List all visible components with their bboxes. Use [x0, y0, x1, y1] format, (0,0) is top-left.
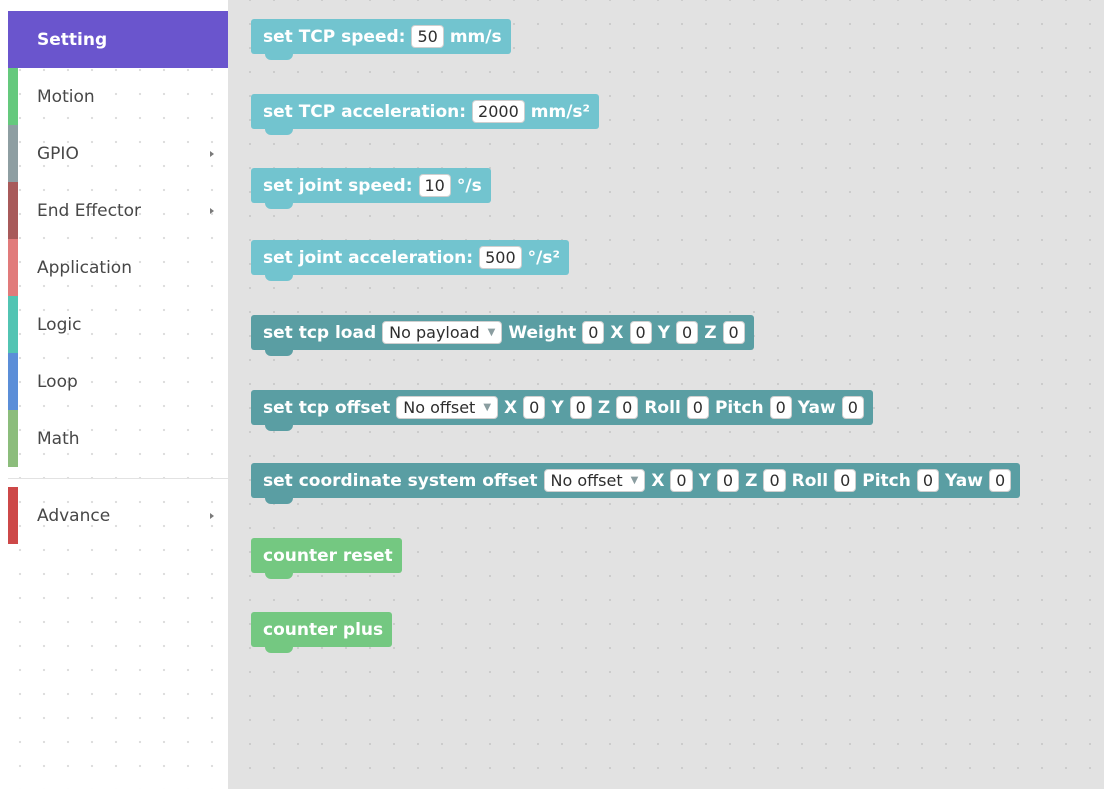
y-input[interactable]: 0 [569, 396, 592, 419]
block-unit: mm/s² [530, 101, 590, 122]
yaw-input[interactable]: 0 [841, 396, 864, 419]
pitch-input[interactable]: 0 [916, 469, 940, 492]
block-set-joint-speed[interactable]: set joint speed: 10 °/s [251, 168, 491, 209]
yaw-input[interactable]: 0 [988, 469, 1012, 492]
block-label: set TCP acceleration: [263, 101, 467, 122]
x-input[interactable]: 0 [629, 321, 652, 344]
block-set-tcp-offset[interactable]: set tcp offset No offset ▼ X 0 Y 0 Z 0 R… [251, 390, 873, 431]
category-gpio[interactable]: GPIO [8, 125, 228, 182]
block-label: set joint acceleration: [263, 247, 474, 268]
payload-dropdown[interactable]: No payload ▼ [382, 321, 503, 344]
field-label: Yaw [945, 470, 983, 491]
submenu-arrow-icon [210, 150, 214, 157]
submenu-arrow-icon [210, 207, 214, 214]
dropdown-caret-icon: ▼ [483, 402, 492, 413]
category-label: Advance [37, 505, 111, 526]
block-label: set coordinate system offset [263, 470, 538, 491]
field-label: Roll [644, 397, 681, 418]
category-setting[interactable]: Setting [8, 11, 228, 68]
category-label: Application [37, 257, 132, 278]
category-label: Logic [37, 314, 82, 335]
dropdown-caret-icon: ▼ [630, 475, 639, 486]
block-set-joint-acceleration[interactable]: set joint acceleration: 500 °/s² [251, 240, 569, 281]
z-input[interactable]: 0 [616, 396, 639, 419]
field-label: X [504, 397, 518, 418]
block-unit: mm/s [449, 26, 502, 47]
block-set-coordinate-system-offset[interactable]: set coordinate system offset No offset ▼… [251, 463, 1021, 504]
block-counter-reset[interactable]: counter reset [251, 538, 402, 579]
field-label: Weight [508, 322, 577, 343]
block-counter-plus[interactable]: counter plus [251, 612, 393, 653]
pitch-input[interactable]: 0 [769, 396, 792, 419]
category-color-stripe [8, 487, 18, 544]
y-input[interactable]: 0 [676, 321, 699, 344]
field-label: Roll [791, 470, 829, 491]
category-advance[interactable]: Advance [8, 487, 228, 544]
category-end-effector[interactable]: End Effector [8, 182, 228, 239]
y-input[interactable]: 0 [716, 469, 740, 492]
field-label: Pitch [862, 470, 911, 491]
joint-acceleration-input[interactable]: 500 [479, 246, 522, 269]
block-label: set TCP speed: [263, 26, 406, 47]
field-label: Y [551, 397, 564, 418]
block-label: counter plus [263, 619, 384, 640]
field-label: Y [698, 470, 711, 491]
roll-input[interactable]: 0 [834, 469, 857, 492]
x-input[interactable]: 0 [670, 469, 693, 492]
field-label: Z [745, 470, 758, 491]
category-label: End Effector [37, 200, 142, 221]
dropdown-value: No payload [389, 323, 480, 342]
category-label: GPIO [37, 143, 79, 164]
category-color-stripe [8, 296, 18, 353]
field-label: Y [657, 322, 671, 343]
block-set-tcp-acceleration[interactable]: set TCP acceleration: 2000 mm/s² [251, 94, 599, 135]
block-set-tcp-speed[interactable]: set TCP speed: 50 mm/s [251, 19, 511, 60]
category-label: Setting [37, 29, 108, 50]
block-set-tcp-load[interactable]: set tcp load No payload ▼ Weight 0 X 0 Y… [251, 315, 754, 356]
field-label: Yaw [797, 397, 836, 418]
field-label: Z [704, 322, 717, 343]
category-label: Motion [37, 86, 95, 107]
roll-input[interactable]: 0 [686, 396, 709, 419]
dropdown-caret-icon: ▼ [487, 327, 496, 338]
category-color-stripe [8, 125, 18, 182]
category-color-stripe [8, 239, 18, 296]
dropdown-value: No offset [403, 398, 476, 417]
category-application[interactable]: Application [8, 239, 228, 296]
block-label: counter reset [263, 545, 393, 566]
x-input[interactable]: 0 [523, 396, 546, 419]
dropdown-value: No offset [550, 471, 623, 490]
field-label: X [610, 322, 624, 343]
toolbox-sidebar: Setting Motion GPIO End Effector Applica… [0, 0, 228, 789]
category-color-stripe [8, 68, 18, 125]
category-separator [8, 478, 228, 479]
tcp-acceleration-input[interactable]: 2000 [472, 100, 525, 123]
submenu-arrow-icon [210, 512, 214, 519]
field-label: Pitch [714, 397, 764, 418]
category-color-stripe [8, 410, 18, 467]
category-label: Loop [37, 371, 78, 392]
coordinate-offset-dropdown[interactable]: No offset ▼ [543, 469, 646, 492]
z-input[interactable]: 0 [763, 469, 786, 492]
category-loop[interactable]: Loop [8, 353, 228, 410]
field-label: X [651, 470, 665, 491]
offset-dropdown[interactable]: No offset ▼ [396, 396, 499, 419]
block-label: set tcp offset [263, 397, 391, 418]
z-input[interactable]: 0 [722, 321, 745, 344]
block-unit: °/s [456, 175, 482, 196]
tcp-speed-input[interactable]: 50 [411, 25, 444, 48]
category-logic[interactable]: Logic [8, 296, 228, 353]
category-motion[interactable]: Motion [8, 68, 228, 125]
block-label: set tcp load [263, 322, 377, 343]
joint-speed-input[interactable]: 10 [418, 174, 451, 197]
field-label: Z [597, 397, 611, 418]
block-label: set joint speed: [263, 175, 413, 196]
block-unit: °/s² [527, 247, 560, 268]
category-math[interactable]: Math [8, 410, 228, 467]
weight-input[interactable]: 0 [582, 321, 605, 344]
category-color-stripe [8, 353, 18, 410]
category-color-stripe [8, 182, 18, 239]
category-label: Math [37, 428, 80, 449]
